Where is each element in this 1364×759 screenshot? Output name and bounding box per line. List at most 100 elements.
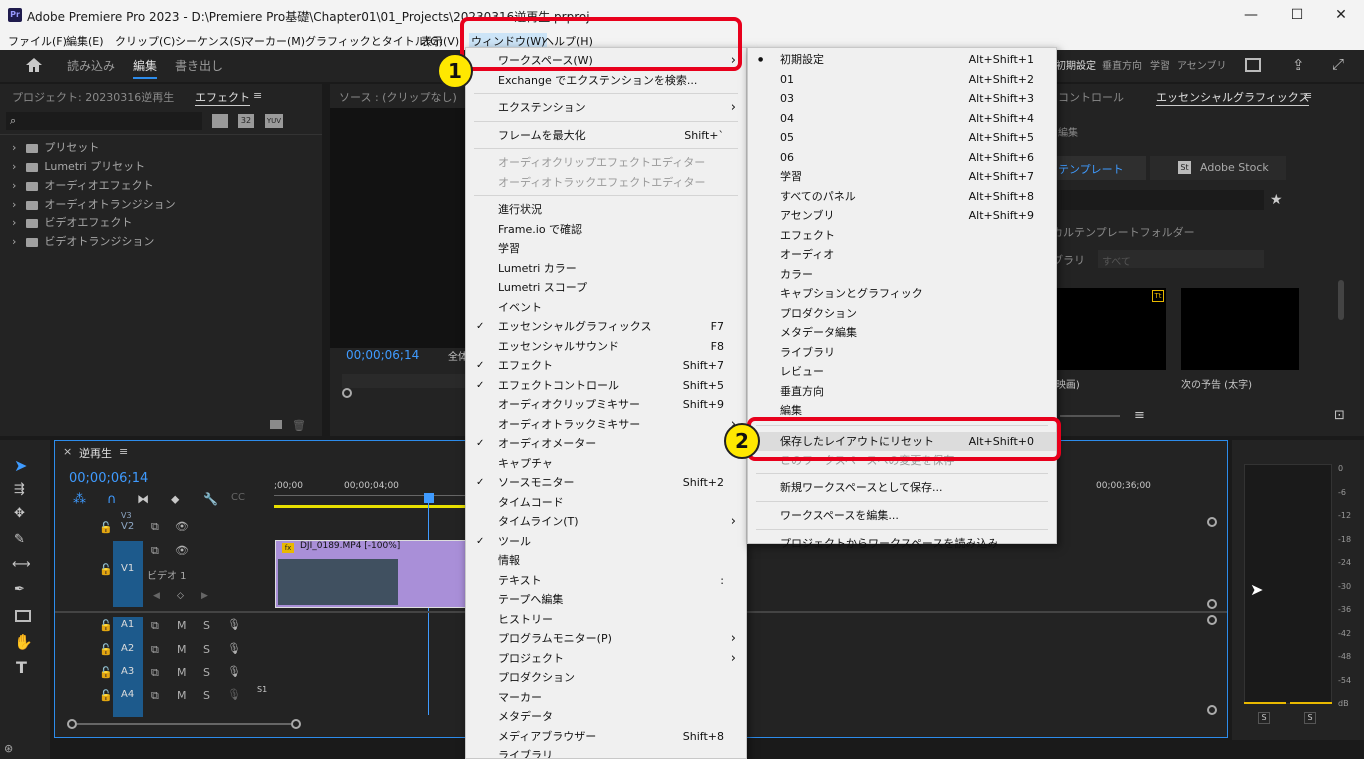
- window-menu-item[interactable]: プロダクション: [466, 668, 746, 687]
- panel-layout-icon[interactable]: [1245, 58, 1261, 72]
- sync-lock-icon[interactable]: ⧉: [151, 643, 159, 657]
- lock-icon[interactable]: 🔓: [99, 689, 113, 702]
- window-menu-item[interactable]: オーディオトラックミキサー›: [466, 415, 746, 434]
- track-label-a2[interactable]: A2: [121, 643, 134, 654]
- workspace-menu-item[interactable]: 01 Alt+Shift+2: [748, 70, 1056, 89]
- tree-item[interactable]: › ビデオエフェクト: [12, 214, 132, 230]
- menu-view[interactable]: 表示(V): [421, 33, 459, 49]
- sync-lock-icon[interactable]: ⧉: [151, 619, 159, 633]
- source-timecode[interactable]: 00;00;06;14: [346, 348, 419, 362]
- workspace-default[interactable]: 初期設定: [1056, 57, 1096, 72]
- lock-icon[interactable]: 🔓: [99, 521, 113, 534]
- home-icon[interactable]: [24, 56, 44, 74]
- workspace-menu-item[interactable]: 04 Alt+Shift+4: [748, 109, 1056, 128]
- menu-edit[interactable]: 編集(E): [66, 33, 104, 49]
- source-time-ruler[interactable]: [342, 374, 470, 388]
- workspace-menu-item[interactable]: ライブラリ: [748, 343, 1056, 362]
- yuv-effects-icon[interactable]: YUV: [265, 114, 283, 128]
- horizontal-scrollbar[interactable]: [77, 723, 291, 725]
- track-select-tool-icon[interactable]: ⇶: [14, 482, 25, 497]
- eye-icon[interactable]: 👁: [175, 544, 189, 557]
- mute-button[interactable]: M: [177, 689, 187, 702]
- window-menu-item[interactable]: メタデータ: [466, 707, 746, 726]
- window-menu-item[interactable]: Frame.io で確認: [466, 220, 746, 239]
- window-menu-item[interactable]: プロジェクト ›: [466, 649, 746, 668]
- workspace-menu-item[interactable]: メタデータ編集: [748, 323, 1056, 342]
- tree-item[interactable]: › Lumetri プリセット: [12, 158, 145, 174]
- window-menu-item[interactable]: テープへ編集: [466, 590, 746, 609]
- window-menu-item[interactable]: ライブラリ: [466, 746, 746, 758]
- workspace-menu-item[interactable]: 垂直方向: [748, 382, 1056, 401]
- workspace-menu-item[interactable]: オーディオ: [748, 245, 1056, 264]
- workspace-menu-item[interactable]: プロダクション: [748, 304, 1056, 323]
- minimize-button[interactable]: —: [1228, 0, 1274, 30]
- lock-icon[interactable]: 🔓: [99, 619, 113, 632]
- sync-lock-icon[interactable]: ⧉: [151, 689, 159, 703]
- workspace-menu-item[interactable]: すべてのパネル Alt+Shift+8: [748, 187, 1056, 206]
- menu-clip[interactable]: クリップ(C): [115, 33, 175, 49]
- tree-item[interactable]: › オーディオエフェクト: [12, 177, 154, 193]
- template-thumbnail[interactable]: Tt: [1050, 288, 1166, 370]
- panel-menu-icon[interactable]: ≡: [253, 89, 262, 102]
- fullscreen-icon[interactable]: ⤢: [1332, 55, 1344, 73]
- rectangle-tool-icon[interactable]: [15, 610, 31, 622]
- sync-lock-icon[interactable]: ⧉: [151, 544, 159, 558]
- library-select[interactable]: すべて: [1098, 250, 1264, 268]
- zoom-left-handle[interactable]: [67, 719, 77, 729]
- eye-icon[interactable]: 👁: [175, 520, 189, 533]
- close-button[interactable]: ✕: [1318, 0, 1364, 30]
- effects-tab[interactable]: エフェクト: [195, 89, 250, 106]
- vscroll-handle[interactable]: [1207, 705, 1217, 715]
- track-label-v2[interactable]: V2: [121, 521, 134, 532]
- window-menu-item[interactable]: フレームを最大化 Shift+`: [466, 126, 746, 145]
- effects-search-input[interactable]: ⌕: [6, 112, 202, 130]
- project-tab[interactable]: プロジェクト: 20230316逆再生: [12, 89, 174, 105]
- window-menu-item[interactable]: ✓ ソースモニター Shift+2: [466, 473, 746, 492]
- window-menu-item[interactable]: エクステンション ›: [466, 98, 746, 117]
- solo-right-button[interactable]: S: [1304, 712, 1316, 724]
- workspace-menu-item[interactable]: 06 Alt+Shift+6: [748, 148, 1056, 167]
- menu-file[interactable]: ファイル(F): [8, 33, 67, 49]
- essential-graphics-tab[interactable]: エッセンシャルグラフィックス: [1156, 89, 1310, 106]
- type-tool-icon[interactable]: T: [16, 658, 27, 677]
- sync-lock-icon[interactable]: ⧉: [151, 666, 159, 680]
- new-workspace-menu-item[interactable]: 新規ワークスペースとして保存...: [748, 478, 1056, 497]
- window-menu-item[interactable]: ✓ エッセンシャルグラフィックス F7: [466, 317, 746, 336]
- window-menu-item[interactable]: Lumetri カラー: [466, 259, 746, 278]
- workspace-vertical[interactable]: 垂直方向: [1102, 57, 1142, 72]
- window-menu-item[interactable]: ヒストリー: [466, 610, 746, 629]
- window-menu-item[interactable]: イベント: [466, 298, 746, 317]
- work-area-bar[interactable]: [274, 505, 474, 508]
- linked-selection-icon[interactable]: ⧓: [137, 492, 149, 506]
- vscroll-handle[interactable]: [1207, 517, 1217, 527]
- lock-icon[interactable]: 🔓: [99, 666, 113, 679]
- close-sequence-icon[interactable]: ×: [63, 445, 72, 458]
- prev-keyframe-icon[interactable]: ◀: [153, 591, 160, 601]
- settings-wrench-icon[interactable]: 🔧: [203, 492, 218, 506]
- zoom-handle[interactable]: [342, 388, 352, 398]
- menu-sequence[interactable]: シーケンス(S): [175, 33, 245, 49]
- solo-button[interactable]: S: [203, 619, 210, 632]
- vscroll-handle[interactable]: [1207, 599, 1217, 609]
- window-menu-item[interactable]: Lumetri スコープ: [466, 278, 746, 297]
- time-ruler[interactable]: ;00;00 00;00;04;00: [274, 475, 474, 505]
- nest-icon[interactable]: ⁂: [73, 492, 86, 507]
- window-menu-item[interactable]: テキスト:: [466, 571, 746, 590]
- tree-item[interactable]: › オーディオトランジション: [12, 196, 176, 212]
- next-keyframe-icon[interactable]: ▶: [201, 591, 208, 601]
- workspace-tab-import[interactable]: 読み込み: [67, 57, 115, 74]
- lock-icon[interactable]: 🔓: [99, 563, 113, 576]
- add-marker-icon[interactable]: ⬥: [171, 492, 179, 507]
- tree-item[interactable]: › プリセット: [12, 139, 99, 155]
- new-bin-icon[interactable]: [270, 420, 282, 429]
- track-label-a1[interactable]: A1: [121, 619, 134, 630]
- 32bit-effects-icon[interactable]: 32: [238, 114, 254, 128]
- trash-icon[interactable]: 🗑: [292, 419, 306, 432]
- solo-button[interactable]: S: [203, 643, 210, 656]
- pen-tool-icon[interactable]: ✒: [14, 582, 25, 597]
- track-target-v1[interactable]: V1: [113, 541, 143, 607]
- solo-button[interactable]: S: [203, 666, 210, 679]
- voiceover-mic-icon[interactable]: 🎙: [227, 688, 241, 701]
- zoom-right-handle[interactable]: [291, 719, 301, 729]
- track-label-a3[interactable]: A3: [121, 666, 134, 677]
